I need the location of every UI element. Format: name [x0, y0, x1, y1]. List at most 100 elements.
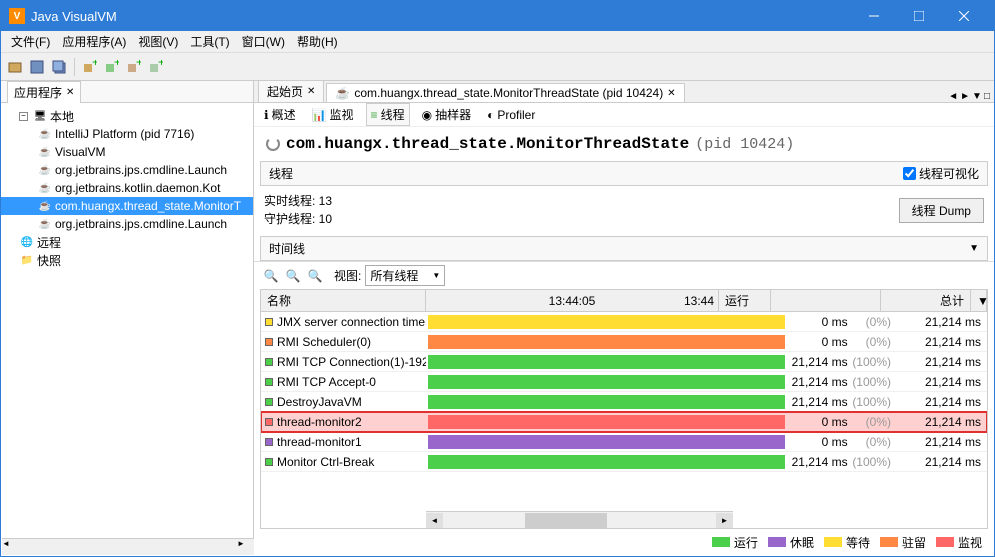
- tree-label: VisualVM: [55, 145, 105, 159]
- collapse-icon[interactable]: −: [19, 112, 28, 121]
- close-icon[interactable]: ✕: [66, 87, 74, 98]
- tree-node-local[interactable]: − 🖥 本地: [1, 107, 253, 125]
- tree-node-snapshot[interactable]: 📁 快照: [1, 251, 253, 269]
- running-value: 21,214 ms: [792, 395, 848, 409]
- subtab-threads[interactable]: ≡线程: [366, 103, 410, 126]
- open-icon[interactable]: [5, 57, 25, 77]
- state-swatch: [265, 438, 273, 446]
- menu-tool[interactable]: 工具(T): [184, 31, 235, 52]
- menu-help[interactable]: 帮助(H): [291, 31, 344, 52]
- thread-visualize-checkbox[interactable]: 线程可视化: [903, 165, 979, 182]
- running-value: 0 ms: [822, 335, 848, 349]
- subtab-sampler[interactable]: ◉抽样器: [418, 104, 476, 125]
- dropdown-icon[interactable]: ▼: [969, 243, 979, 254]
- tab-label: 起始页: [267, 83, 303, 100]
- state-swatch: [265, 418, 273, 426]
- network-icon: 🌐: [19, 234, 35, 250]
- tree-node-process[interactable]: ☕IntelliJ Platform (pid 7716): [1, 125, 253, 143]
- add-dump-icon[interactable]: +: [146, 57, 166, 77]
- legend-swatch: [712, 537, 730, 547]
- add-snapshot-icon[interactable]: +: [124, 57, 144, 77]
- table-row[interactable]: Monitor Ctrl-Break21,214 ms (100%)21,214…: [261, 452, 987, 472]
- checkbox[interactable]: [903, 167, 916, 180]
- zoom-out-icon[interactable]: 🔍: [284, 267, 302, 285]
- nav-right-icon[interactable]: ►: [960, 91, 970, 102]
- menu-app[interactable]: 应用程序(A): [56, 31, 132, 52]
- thread-dump-button[interactable]: 线程 Dump: [899, 198, 984, 223]
- table-row[interactable]: thread-monitor10 ms (0%)21,214 ms: [261, 432, 987, 452]
- save-icon[interactable]: [27, 57, 47, 77]
- menu-window[interactable]: 窗口(W): [236, 31, 291, 52]
- table-row[interactable]: RMI TCP Accept-021,214 ms (100%)21,214 m…: [261, 372, 987, 392]
- table-row[interactable]: RMI TCP Connection(1)-192.21,214 ms (100…: [261, 352, 987, 372]
- state-swatch: [265, 358, 273, 366]
- running-value: 21,214 ms: [792, 355, 848, 369]
- nav-left-icon[interactable]: ◄: [948, 91, 958, 102]
- zoom-in-icon[interactable]: 🔍: [262, 267, 280, 285]
- close-icon[interactable]: ✕: [667, 88, 675, 99]
- app-tree[interactable]: − 🖥 本地 ☕IntelliJ Platform (pid 7716)☕Vis…: [1, 103, 253, 555]
- menu-view[interactable]: 视图(V): [132, 31, 184, 52]
- tree-node-process[interactable]: ☕com.huangx.thread_state.MonitorT: [1, 197, 253, 215]
- tree-node-process[interactable]: ☕VisualVM: [1, 143, 253, 161]
- menu-file[interactable]: 文件(F): [5, 31, 56, 52]
- scroll-right-icon[interactable]: ►: [716, 513, 733, 528]
- subtab-overview[interactable]: ℹ概述: [260, 104, 300, 125]
- tree-node-process[interactable]: ☕org.jetbrains.jps.cmdline.Launch: [1, 215, 253, 233]
- col-total[interactable]: 总计: [881, 290, 971, 311]
- tree-label: org.jetbrains.jps.cmdline.Launch: [55, 217, 227, 231]
- close-button[interactable]: [941, 1, 986, 31]
- tab-process[interactable]: ☕ com.huangx.thread_state.MonitorThreadS…: [326, 83, 684, 102]
- add-jmx-icon[interactable]: +: [102, 57, 122, 77]
- table-row[interactable]: DestroyJavaVM21,214 ms (100%)21,214 ms: [261, 392, 987, 412]
- view-label: 视图:: [334, 267, 361, 284]
- running-value: 21,214 ms: [792, 375, 848, 389]
- add-host-icon[interactable]: +: [80, 57, 100, 77]
- tree-node-process[interactable]: ☕org.jetbrains.jps.cmdline.Launch: [1, 161, 253, 179]
- minimize-button[interactable]: [851, 1, 896, 31]
- col-name[interactable]: 名称: [261, 290, 426, 311]
- table-row[interactable]: thread-monitor20 ms (0%)21,214 ms: [261, 412, 987, 432]
- tab-start[interactable]: 起始页 ✕: [258, 81, 324, 102]
- col-timeline[interactable]: 13:44:05 13:44: [426, 290, 719, 311]
- subtab-profiler[interactable]: ◐Profiler: [483, 106, 539, 124]
- timeline-bar: [428, 375, 785, 389]
- scroll-thumb[interactable]: [525, 513, 607, 528]
- timeline-label: 时间线: [269, 240, 305, 257]
- running-pct: (100%): [851, 395, 891, 409]
- close-icon[interactable]: ✕: [307, 86, 315, 97]
- timeline-hscroll[interactable]: ◄ ►: [426, 511, 733, 528]
- tree-node-remote[interactable]: 🌐 远程: [1, 233, 253, 251]
- timeline-bar: [428, 455, 785, 469]
- svg-text:+: +: [114, 60, 119, 69]
- sidebar-hscroll[interactable]: ◄►: [2, 538, 254, 555]
- save-all-icon[interactable]: [49, 57, 69, 77]
- legend: 运行 休眠 等待 驻留 监视: [254, 529, 994, 555]
- state-swatch: [265, 378, 273, 386]
- sidebar-tab-apps[interactable]: 应用程序 ✕: [7, 81, 81, 103]
- refresh-icon[interactable]: [266, 137, 280, 151]
- total-value: 21,214 ms: [897, 435, 987, 449]
- maximize-tab-icon[interactable]: □: [984, 91, 990, 102]
- tree-label: 远程: [37, 234, 61, 251]
- legend-label: 驻留: [902, 534, 926, 551]
- subtab-monitor[interactable]: 📊监视: [308, 104, 358, 125]
- col-running[interactable]: 运行: [719, 290, 771, 311]
- zoom-fit-icon[interactable]: 🔍: [306, 267, 324, 285]
- col-running-dur[interactable]: [771, 290, 881, 311]
- daemon-threads-value: 10: [319, 212, 332, 226]
- scroll-left-icon[interactable]: ◄: [426, 513, 443, 528]
- dropdown-icon[interactable]: ▼: [972, 91, 982, 102]
- running-pct: (100%): [851, 455, 891, 469]
- tree-label: com.huangx.thread_state.MonitorT: [55, 199, 241, 213]
- view-select[interactable]: 所有线程 ▼: [365, 265, 445, 286]
- maximize-button[interactable]: [896, 1, 941, 31]
- table-row[interactable]: RMI Scheduler(0)0 ms (0%)21,214 ms: [261, 332, 987, 352]
- table-row[interactable]: JMX server connection time0 ms (0%)21,21…: [261, 312, 987, 332]
- tree-node-process[interactable]: ☕org.jetbrains.kotlin.daemon.Kot: [1, 179, 253, 197]
- svg-text:+: +: [136, 60, 141, 69]
- chevron-down-icon: ▼: [432, 271, 440, 280]
- state-swatch: [265, 398, 273, 406]
- tree-label: IntelliJ Platform (pid 7716): [55, 127, 194, 141]
- timeline-section-header: 时间线 ▼: [260, 236, 988, 261]
